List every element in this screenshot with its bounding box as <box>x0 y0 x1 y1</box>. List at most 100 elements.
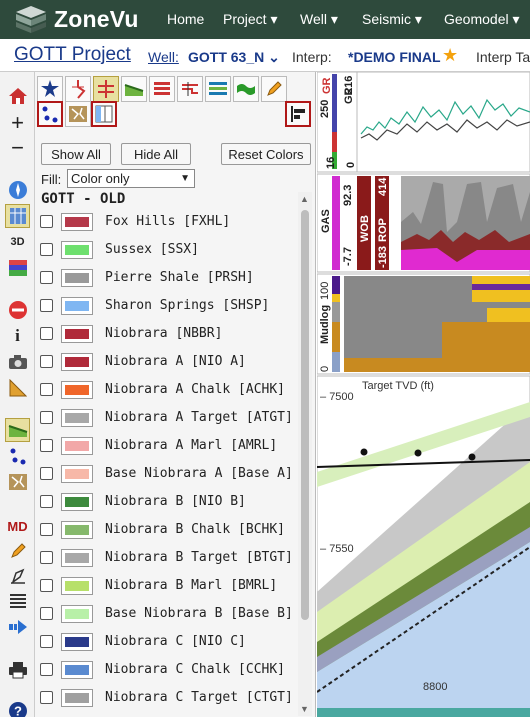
home-icon[interactable] <box>5 84 30 108</box>
formation-color-swatch[interactable] <box>61 605 93 623</box>
formation-color-swatch[interactable] <box>61 269 93 287</box>
formation-row[interactable]: Niobrara B Chalk [BCHK] <box>35 516 297 544</box>
formation-color-swatch[interactable] <box>61 353 93 371</box>
show-all-button[interactable]: Show All <box>41 143 111 165</box>
nav-project[interactable]: Project ▾ <box>223 11 278 28</box>
formation-color-swatch[interactable] <box>61 325 93 343</box>
formation-checkbox[interactable] <box>40 523 53 536</box>
stripes-icon[interactable] <box>205 76 231 102</box>
3d-view-icon[interactable]: 3D <box>5 230 30 254</box>
curves-icon[interactable] <box>93 76 119 102</box>
interp-tab-label[interactable]: Interp Ta <box>476 49 530 65</box>
wellbore-icon[interactable] <box>65 76 91 102</box>
md-icon[interactable]: MD <box>5 514 30 538</box>
formation-row[interactable]: Sussex [SSX] <box>35 236 297 264</box>
help-icon[interactable]: ? <box>5 699 30 717</box>
formation-color-swatch[interactable] <box>61 521 93 539</box>
formation-row[interactable]: Niobrara A Target [ATGT] <box>35 404 297 432</box>
edit-marker-icon[interactable] <box>5 564 30 588</box>
formation-checkbox[interactable] <box>40 383 53 396</box>
pencil-icon[interactable] <box>5 539 30 563</box>
formation-color-swatch[interactable] <box>61 465 93 483</box>
formation-row[interactable]: Base Niobrara B [Base B] <box>35 600 297 628</box>
points-icon[interactable] <box>37 101 63 127</box>
formation-color-swatch[interactable] <box>61 241 93 259</box>
formation-row[interactable]: Sharon Springs [SHSP] <box>35 292 297 320</box>
formation-color-swatch[interactable] <box>61 493 93 511</box>
formation-row[interactable]: Niobrara C Target [CTGT] <box>35 684 297 712</box>
info-icon[interactable]: i <box>5 324 30 348</box>
formation-checkbox[interactable] <box>40 299 53 312</box>
horizon-surface-icon[interactable] <box>121 76 147 102</box>
formation-row[interactable]: Niobrara A Chalk [ACHK] <box>35 376 297 404</box>
formation-row[interactable]: Niobrara A Marl [AMRL] <box>35 432 297 460</box>
formation-checkbox[interactable] <box>40 355 53 368</box>
tops-icon[interactable] <box>177 76 203 102</box>
formation-row[interactable]: Niobrara C Chalk [CCHK] <box>35 656 297 684</box>
flag-icon[interactable] <box>233 76 259 102</box>
scroll-up-icon[interactable]: ▲ <box>300 194 309 204</box>
horizon-icon[interactable] <box>5 418 30 442</box>
formation-row[interactable]: Niobrara B Marl [BMRL] <box>35 572 297 600</box>
formation-color-swatch[interactable] <box>61 661 93 679</box>
formation-checkbox[interactable] <box>40 691 53 704</box>
formation-checkbox[interactable] <box>40 495 53 508</box>
formation-color-swatch[interactable] <box>61 381 93 399</box>
formation-checkbox[interactable] <box>40 327 53 340</box>
formation-checkbox[interactable] <box>40 411 53 424</box>
zoom-in-icon[interactable]: + <box>5 110 30 135</box>
nav-well[interactable]: Well ▾ <box>300 11 338 28</box>
formation-checkbox[interactable] <box>40 607 53 620</box>
formation-checkbox[interactable] <box>40 579 53 592</box>
formation-checkbox[interactable] <box>40 439 53 452</box>
columns-icon[interactable] <box>91 101 117 127</box>
faults-icon[interactable] <box>5 470 30 494</box>
formation-color-swatch[interactable] <box>61 409 93 427</box>
formation-checkbox[interactable] <box>40 663 53 676</box>
formation-checkbox[interactable] <box>40 551 53 564</box>
layers-icon[interactable] <box>149 76 175 102</box>
ruler-icon[interactable] <box>5 376 30 400</box>
formation-checkbox[interactable] <box>40 635 53 648</box>
scroll-down-icon[interactable]: ▼ <box>300 704 309 714</box>
align-left-icon[interactable] <box>285 101 311 127</box>
formation-row[interactable]: Base Niobrara A [Base A] <box>35 460 297 488</box>
hide-all-button[interactable]: Hide All <box>121 143 191 165</box>
formation-color-swatch[interactable] <box>61 213 93 231</box>
well-selector[interactable]: GOTT 63_N ⌄ <box>188 49 280 66</box>
formation-row[interactable]: Niobrara B Target [BTGT] <box>35 544 297 572</box>
arrow-right-icon[interactable] <box>5 615 30 639</box>
nav-geomodel[interactable]: Geomodel ▾ <box>444 11 520 28</box>
scrollbar-thumb[interactable] <box>301 210 309 620</box>
camera-icon[interactable] <box>5 350 30 374</box>
formation-color-swatch[interactable] <box>61 633 93 651</box>
compass-icon[interactable] <box>5 178 30 202</box>
nav-home[interactable]: Home <box>167 11 204 27</box>
faults-icon[interactable] <box>65 101 91 127</box>
edit-pencil-icon[interactable] <box>261 76 287 102</box>
formation-color-swatch[interactable] <box>61 577 93 595</box>
formation-color-swatch[interactable] <box>61 437 93 455</box>
tracks-icon[interactable] <box>5 204 30 228</box>
well-label-link[interactable]: Well: <box>148 49 179 65</box>
favorite-star-icon[interactable]: ★ <box>442 45 458 66</box>
formation-color-swatch[interactable] <box>61 549 93 567</box>
formation-checkbox[interactable] <box>40 271 53 284</box>
points-icon[interactable] <box>5 444 30 468</box>
zoom-out-icon[interactable]: − <box>5 135 30 160</box>
formation-checkbox[interactable] <box>40 215 53 228</box>
formation-row[interactable]: Niobrara C [NIO C] <box>35 628 297 656</box>
interp-value[interactable]: *DEMO FINAL <box>348 49 441 65</box>
formation-color-swatch[interactable] <box>61 297 93 315</box>
formation-row[interactable]: Pierre Shale [PRSH] <box>35 264 297 292</box>
project-title-link[interactable]: GOTT Project <box>14 44 131 66</box>
gear-star-icon[interactable] <box>37 76 63 102</box>
no-entry-icon[interactable] <box>5 298 30 322</box>
formation-row[interactable]: Fox Hills [FXHL] <box>35 208 297 236</box>
formation-row[interactable]: Niobrara [NBBR] <box>35 320 297 348</box>
list-icon[interactable] <box>5 589 30 613</box>
reset-colors-button[interactable]: Reset Colors <box>221 143 311 165</box>
seismic-view-icon[interactable] <box>5 256 30 280</box>
print-icon[interactable] <box>5 658 30 682</box>
formation-row[interactable]: Niobrara A [NIO A] <box>35 348 297 376</box>
